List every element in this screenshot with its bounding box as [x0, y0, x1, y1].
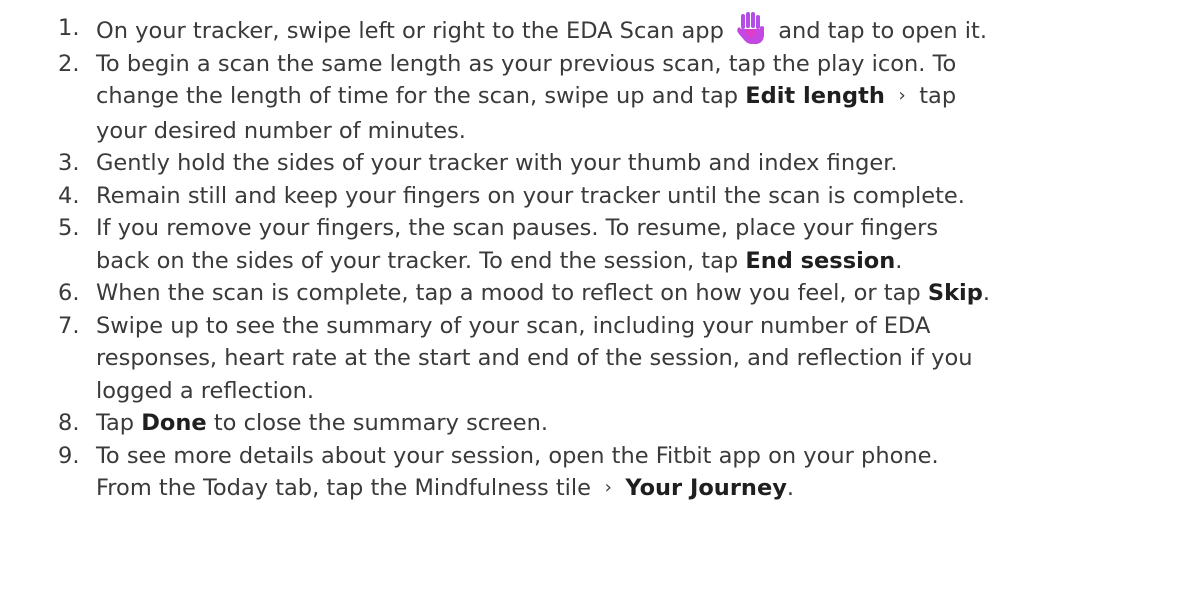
step-number: 1. — [58, 15, 80, 41]
step-7: 7. Swipe up to see the summary of your s… — [0, 310, 1191, 408]
step-2: 2. To begin a scan the same length as yo… — [0, 48, 1191, 148]
step-text: From the Today tab, tap the Mindfulness … — [96, 475, 592, 501]
step-1: 1. On your tracker, swipe left or right … — [0, 0, 1191, 48]
chevron-right-icon: › — [898, 85, 906, 106]
step-text-line-1: To begin a scan the same length as your … — [96, 50, 957, 77]
skip-label: Skip — [927, 280, 983, 306]
step-number: 2. — [58, 50, 80, 77]
instruction-steps: 1. On your tracker, swipe left or right … — [0, 0, 1191, 507]
step-number: 6. — [58, 280, 80, 306]
chevron-right-icon: › — [604, 477, 612, 498]
step-number: 4. — [58, 182, 80, 209]
step-text-line-2: back on the sides of your tracker. To en… — [96, 245, 1191, 278]
edit-length-label: Edit length — [745, 83, 885, 109]
step-5: 5. If you remove your fingers, the scan … — [0, 212, 1191, 277]
step-text-end: . — [982, 280, 991, 306]
step-6: 6. When the scan is complete, tap a mood… — [0, 277, 1191, 310]
step-text-line-1: To see more details about your session, … — [96, 442, 939, 469]
step-text: Gently hold the sides of your tracker wi… — [96, 150, 898, 176]
step-text: Remain still and keep your fingers on yo… — [96, 182, 965, 209]
step-8: 8. Tap Done to close the summary screen. — [0, 407, 1191, 440]
step-text-line-3: your desired number of minutes. — [96, 117, 466, 144]
step-text-end: and tap to open it. — [778, 18, 987, 44]
step-text-end: tap — [919, 83, 957, 109]
step-text: When the scan is complete, tap a mood to… — [96, 280, 921, 306]
step-4: 4. Remain still and keep your fingers on… — [0, 180, 1191, 213]
step-text-end: . — [895, 247, 903, 274]
step-number: 5. — [58, 215, 80, 241]
step-text: change the length of time for the scan, … — [96, 83, 739, 109]
step-text: On your tracker, swipe left or right to … — [96, 18, 724, 44]
step-number: 7. — [58, 312, 80, 339]
step-text: back on the sides of your tracker. To en… — [96, 247, 739, 274]
step-text-line-2: responses, heart rate at the start and e… — [96, 345, 973, 371]
step-text-end: . — [786, 475, 795, 501]
step-text: Tap — [96, 410, 135, 436]
your-journey-label: Your Journey — [625, 475, 787, 501]
step-text-line-2: From the Today tab, tap the Mindfulness … — [96, 472, 1191, 507]
step-number: 8. — [58, 410, 80, 436]
step-text-line-1: Swipe up to see the summary of your scan… — [96, 312, 931, 339]
step-number: 3. — [58, 150, 80, 176]
step-9: 9. To see more details about your sessio… — [0, 440, 1191, 507]
step-3: 3. Gently hold the sides of your tracker… — [0, 147, 1191, 180]
step-text-line-1: If you remove your fingers, the scan pau… — [96, 215, 939, 241]
step-text-line-3: logged a reflection. — [96, 377, 315, 404]
done-label: Done — [141, 410, 207, 436]
step-text-end: to close the summary screen. — [213, 410, 549, 436]
step-number: 9. — [58, 442, 80, 469]
step-text-line-2: change the length of time for the scan, … — [96, 80, 1191, 115]
hand-with-heart-icon — [735, 12, 767, 44]
end-session-label: End session — [745, 247, 896, 274]
